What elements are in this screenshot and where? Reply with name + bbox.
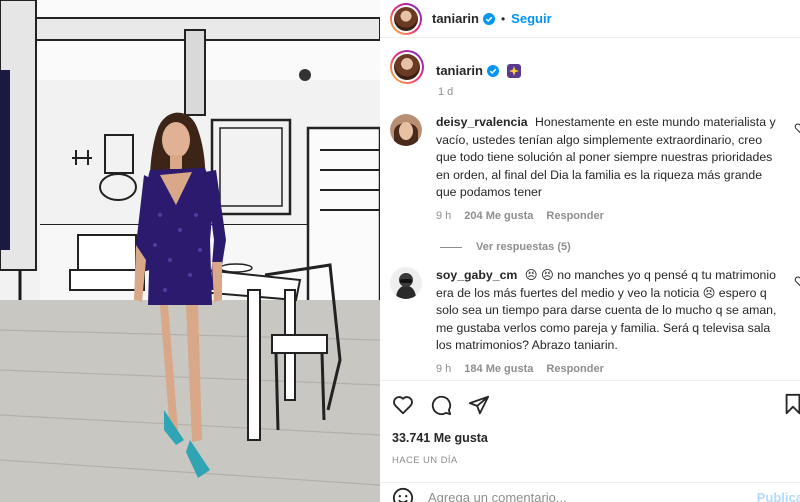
post-image[interactable] — [0, 0, 380, 502]
bookmark-icon[interactable] — [782, 393, 800, 415]
post-timestamp[interactable]: HACE UN DÍA — [392, 455, 786, 466]
comment-like-icon[interactable] — [794, 275, 800, 287]
replies-divider — [440, 246, 462, 248]
caption-username[interactable]: taniarin — [436, 63, 483, 78]
comment-like-icon[interactable] — [794, 122, 800, 134]
separator-dot: • — [500, 11, 506, 26]
view-replies-button[interactable]: Ver respuestas (5) — [440, 241, 800, 253]
author-username[interactable]: taniarin — [432, 11, 479, 26]
comment-likes[interactable]: 204 Me gusta — [464, 208, 533, 226]
emoji-icon[interactable] — [392, 487, 414, 502]
post-photo-illustration — [0, 0, 380, 502]
like-count[interactable]: 33.741 Me gusta — [392, 431, 786, 445]
comment-username[interactable]: deisy_rvalencia — [436, 115, 528, 129]
comment-item: soy_gaby_cm 😣 😣 no manches yo q pensé q … — [380, 267, 800, 378]
post-header: taniarin • Seguir — [380, 0, 800, 38]
comments-list[interactable]: taniarin 1 d deisy_rvalencia Honestament… — [380, 50, 800, 380]
comment-meta: 9 h 204 Me gusta Responder — [436, 208, 781, 226]
heart-icon[interactable] — [392, 394, 414, 416]
sparkle-emoji-icon — [506, 63, 521, 78]
comment-item: deisy_rvalencia Honestamente en este mun… — [380, 114, 800, 225]
caption: taniarin — [380, 50, 800, 84]
post-side-panel: taniarin • Seguir taniarin 1 d deisy_rva… — [380, 0, 800, 502]
post-actions: 33.741 Me gusta HACE UN DÍA — [380, 380, 800, 466]
comment-input[interactable] — [428, 490, 728, 502]
view-replies-label: Ver respuestas (5) — [476, 241, 571, 253]
caption-time: 1 d — [438, 86, 454, 98]
add-comment-bar: Publicar — [380, 482, 800, 502]
share-icon[interactable] — [468, 394, 490, 416]
caption-author-avatar[interactable] — [390, 50, 424, 84]
comment-icon[interactable] — [430, 394, 452, 416]
verified-badge-icon — [482, 12, 495, 25]
comment-time[interactable]: 9 h — [436, 208, 451, 226]
comment-meta: 9 h 184 Me gusta Responder — [436, 361, 781, 379]
verified-badge-icon — [486, 64, 499, 77]
comment-time[interactable]: 9 h — [436, 361, 451, 379]
comment-likes[interactable]: 184 Me gusta — [464, 361, 533, 379]
reply-button[interactable]: Responder — [546, 208, 603, 226]
comment-username[interactable]: soy_gaby_cm — [436, 268, 517, 282]
commenter-avatar[interactable] — [390, 267, 422, 299]
publish-button[interactable]: Publicar — [757, 490, 800, 502]
follow-button[interactable]: Seguir — [511, 11, 551, 26]
author-avatar[interactable] — [390, 2, 422, 35]
commenter-avatar[interactable] — [390, 114, 422, 146]
reply-button[interactable]: Responder — [546, 361, 603, 379]
